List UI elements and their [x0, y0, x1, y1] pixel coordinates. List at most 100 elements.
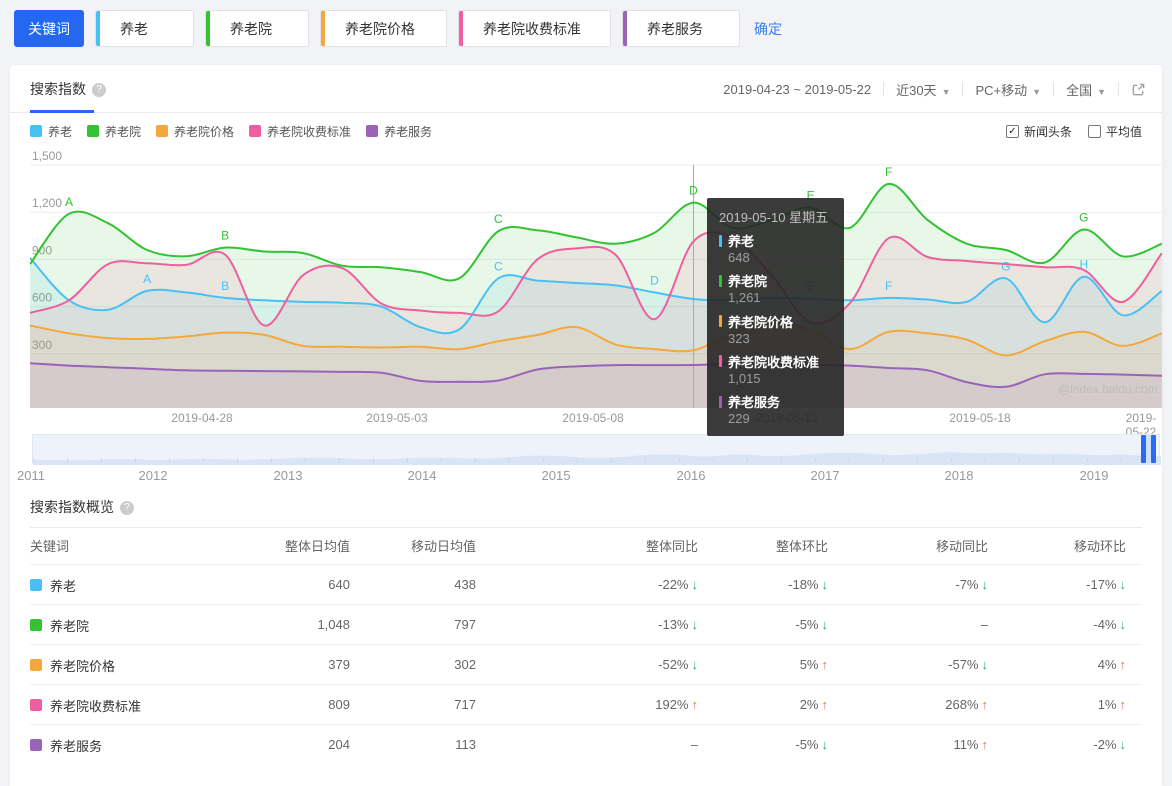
news-marker[interactable]: F: [885, 279, 892, 293]
period-dropdown[interactable]: 近30天 ▼: [896, 80, 950, 99]
brush-handle-right[interactable]: [1151, 435, 1156, 463]
table-row[interactable]: 养老院价格 379 302 -52% ↓ 5% ↑ -57% ↓ 4% ↑: [30, 644, 1142, 684]
column-header: 移动环比: [1073, 539, 1126, 554]
help-icon[interactable]: ?: [120, 501, 134, 516]
legend-swatch: [30, 125, 42, 137]
keyword-cell: 养老服务: [30, 725, 102, 765]
checkbox-group: ✓ 新闻头条 平均值: [1005, 123, 1142, 140]
timeline-year-label: 2012: [138, 468, 168, 483]
timeline-year-label: 2017: [810, 468, 840, 483]
news-marker[interactable]: A: [143, 272, 151, 286]
timeline-year-axis: 2011 2012 2013 2014 2015 2016 2017 2018 2019: [17, 468, 1160, 484]
news-marker[interactable]: B: [221, 229, 229, 243]
help-icon[interactable]: ?: [92, 83, 106, 98]
table-body: 养老 640 438 -22% ↓ -18% ↓ -7% ↓ -17% ↓ 养老院 1,048 797 -1…: [30, 564, 1142, 764]
news-marker[interactable]: C: [494, 259, 503, 273]
tooltip-entry: 养老院价格 323: [719, 312, 832, 347]
brush-handle-left[interactable]: [1141, 435, 1146, 463]
arrow-down-icon: ↓: [821, 617, 829, 632]
header-controls: 2019-04-23 ~ 2019-05-22 近30天 ▼ PC+移动 ▼ 全国 ▼: [723, 65, 1146, 113]
value-cell: -7% ↓: [955, 577, 988, 592]
chart-tooltip: 2019-05-10 星期五 养老 648 养老院 1,261 养老院价格 323 养老院收…: [707, 198, 844, 437]
date-range[interactable]: 2019-04-23 ~ 2019-05-22: [723, 82, 871, 97]
brush-ticks: [33, 458, 1159, 463]
arrow-down-icon: ↓: [821, 577, 829, 592]
keyword-input[interactable]: 养老院收费标准: [458, 10, 611, 47]
arrow-up-icon: ↑: [981, 737, 989, 752]
legend-swatch: [366, 125, 379, 137]
timeline-brush[interactable]: [32, 434, 1161, 465]
news-marker[interactable]: D: [650, 273, 659, 287]
keyword-label-button[interactable]: 关键词: [14, 10, 84, 47]
value-cell: 268% ↑: [945, 697, 989, 712]
keyword-swatch: [30, 739, 42, 751]
arrow-down-icon: ↓: [821, 737, 829, 752]
keyword-input[interactable]: 养老院: [205, 10, 309, 47]
average-checkbox[interactable]: 平均值: [1087, 123, 1142, 140]
column-header: 整体同比: [645, 539, 698, 554]
device-dropdown[interactable]: PC+移动 ▼: [975, 80, 1041, 99]
keyword-swatch: [30, 619, 42, 631]
trend-chart[interactable]: 3006009001,2001,500ABCDEFGHABCDEFG: [29, 149, 1163, 408]
arrow-down-icon: ↓: [1119, 577, 1127, 592]
keyword-text: 养老院收费标准: [483, 20, 581, 37]
tab-search-index[interactable]: 搜索指数?: [30, 65, 106, 113]
arrow-down-icon: ↓: [691, 657, 699, 672]
timeline-year-label: 2019: [1079, 468, 1109, 483]
table-row[interactable]: 养老 640 438 -22% ↓ -18% ↓ -7% ↓ -17% ↓: [30, 564, 1142, 604]
keyword-bar: 关键词 养老 养老院 养老院价格 养老院收费标准 养老服务 确定: [14, 10, 782, 47]
tab-active-underline: [30, 110, 94, 113]
news-marker[interactable]: D: [689, 184, 698, 198]
external-link-icon[interactable]: [1131, 82, 1146, 97]
keyword-cell: 养老院价格: [30, 645, 115, 685]
x-axis-label: 2019-05-08: [562, 411, 624, 425]
keyword-input[interactable]: 养老院价格: [320, 10, 447, 47]
keyword-text: 养老服务: [647, 20, 703, 37]
separator: [1053, 82, 1055, 96]
table-row[interactable]: 养老院 1,048 797 -13% ↓ -5% ↓ – -4% ↓: [30, 604, 1142, 644]
timeline-year-label: 2013: [273, 468, 303, 483]
keyword-color-bar: [206, 11, 210, 46]
timeline-year-label: 2014: [407, 468, 437, 483]
value-cell: 11% ↑: [953, 737, 989, 752]
arrow-up-icon: ↑: [981, 697, 989, 712]
news-marker[interactable]: F: [885, 165, 892, 179]
arrow-down-icon: ↓: [691, 577, 699, 592]
value-cell: -5% ↓: [795, 617, 829, 632]
keyword-color-bar: [623, 11, 627, 46]
news-marker[interactable]: C: [494, 212, 503, 226]
news-marker[interactable]: G: [1079, 211, 1088, 225]
region-dropdown[interactable]: 全国 ▼: [1066, 80, 1106, 99]
value-cell: 438: [454, 577, 476, 592]
checkbox-icon: ✓: [1005, 124, 1019, 138]
legend-row: 养老 养老院 养老院价格 养老院收费标准 养老服务 ✓ 新闻头条 平均值: [30, 122, 1142, 140]
arrow-up-icon: ↑: [691, 697, 699, 712]
separator: [962, 82, 964, 96]
legend-item[interactable]: 养老服务: [366, 123, 432, 140]
legend-item[interactable]: 养老院: [87, 123, 141, 140]
timeline-year-label: 2015: [541, 468, 571, 483]
keyword-input[interactable]: 养老: [95, 10, 194, 47]
news-headlines-checkbox[interactable]: ✓ 新闻头条: [1005, 123, 1072, 140]
legend-item[interactable]: 养老院价格: [156, 123, 234, 140]
timeline-year-label: 2016: [676, 468, 706, 483]
legend-item[interactable]: 养老院收费标准: [249, 123, 351, 140]
value-cell: -18% ↓: [788, 577, 829, 592]
x-axis-label: 2019-05-18: [949, 411, 1011, 425]
table-row[interactable]: 养老服务 204 113 – -5% ↓ 11% ↑ -2% ↓: [30, 724, 1142, 764]
arrow-down-icon: ↓: [1119, 617, 1127, 632]
value-cell: 5% ↑: [799, 657, 828, 672]
news-marker[interactable]: G: [1001, 259, 1010, 273]
value-cell: 2% ↑: [799, 697, 828, 712]
value-cell: 192% ↑: [655, 697, 699, 712]
checkbox-icon: [1087, 124, 1101, 138]
legend-item[interactable]: 养老: [30, 123, 72, 140]
news-marker[interactable]: A: [65, 195, 73, 209]
keyword-color-bar: [321, 11, 325, 46]
keyword-color-bar: [459, 11, 463, 46]
arrow-down-icon: ↓: [691, 617, 699, 632]
confirm-button[interactable]: 确定: [754, 19, 782, 39]
table-row[interactable]: 养老院收费标准 809 717 192% ↑ 2% ↑ 268% ↑ 1% ↑: [30, 684, 1142, 724]
news-marker[interactable]: B: [221, 279, 229, 293]
keyword-input[interactable]: 养老服务: [622, 10, 740, 47]
